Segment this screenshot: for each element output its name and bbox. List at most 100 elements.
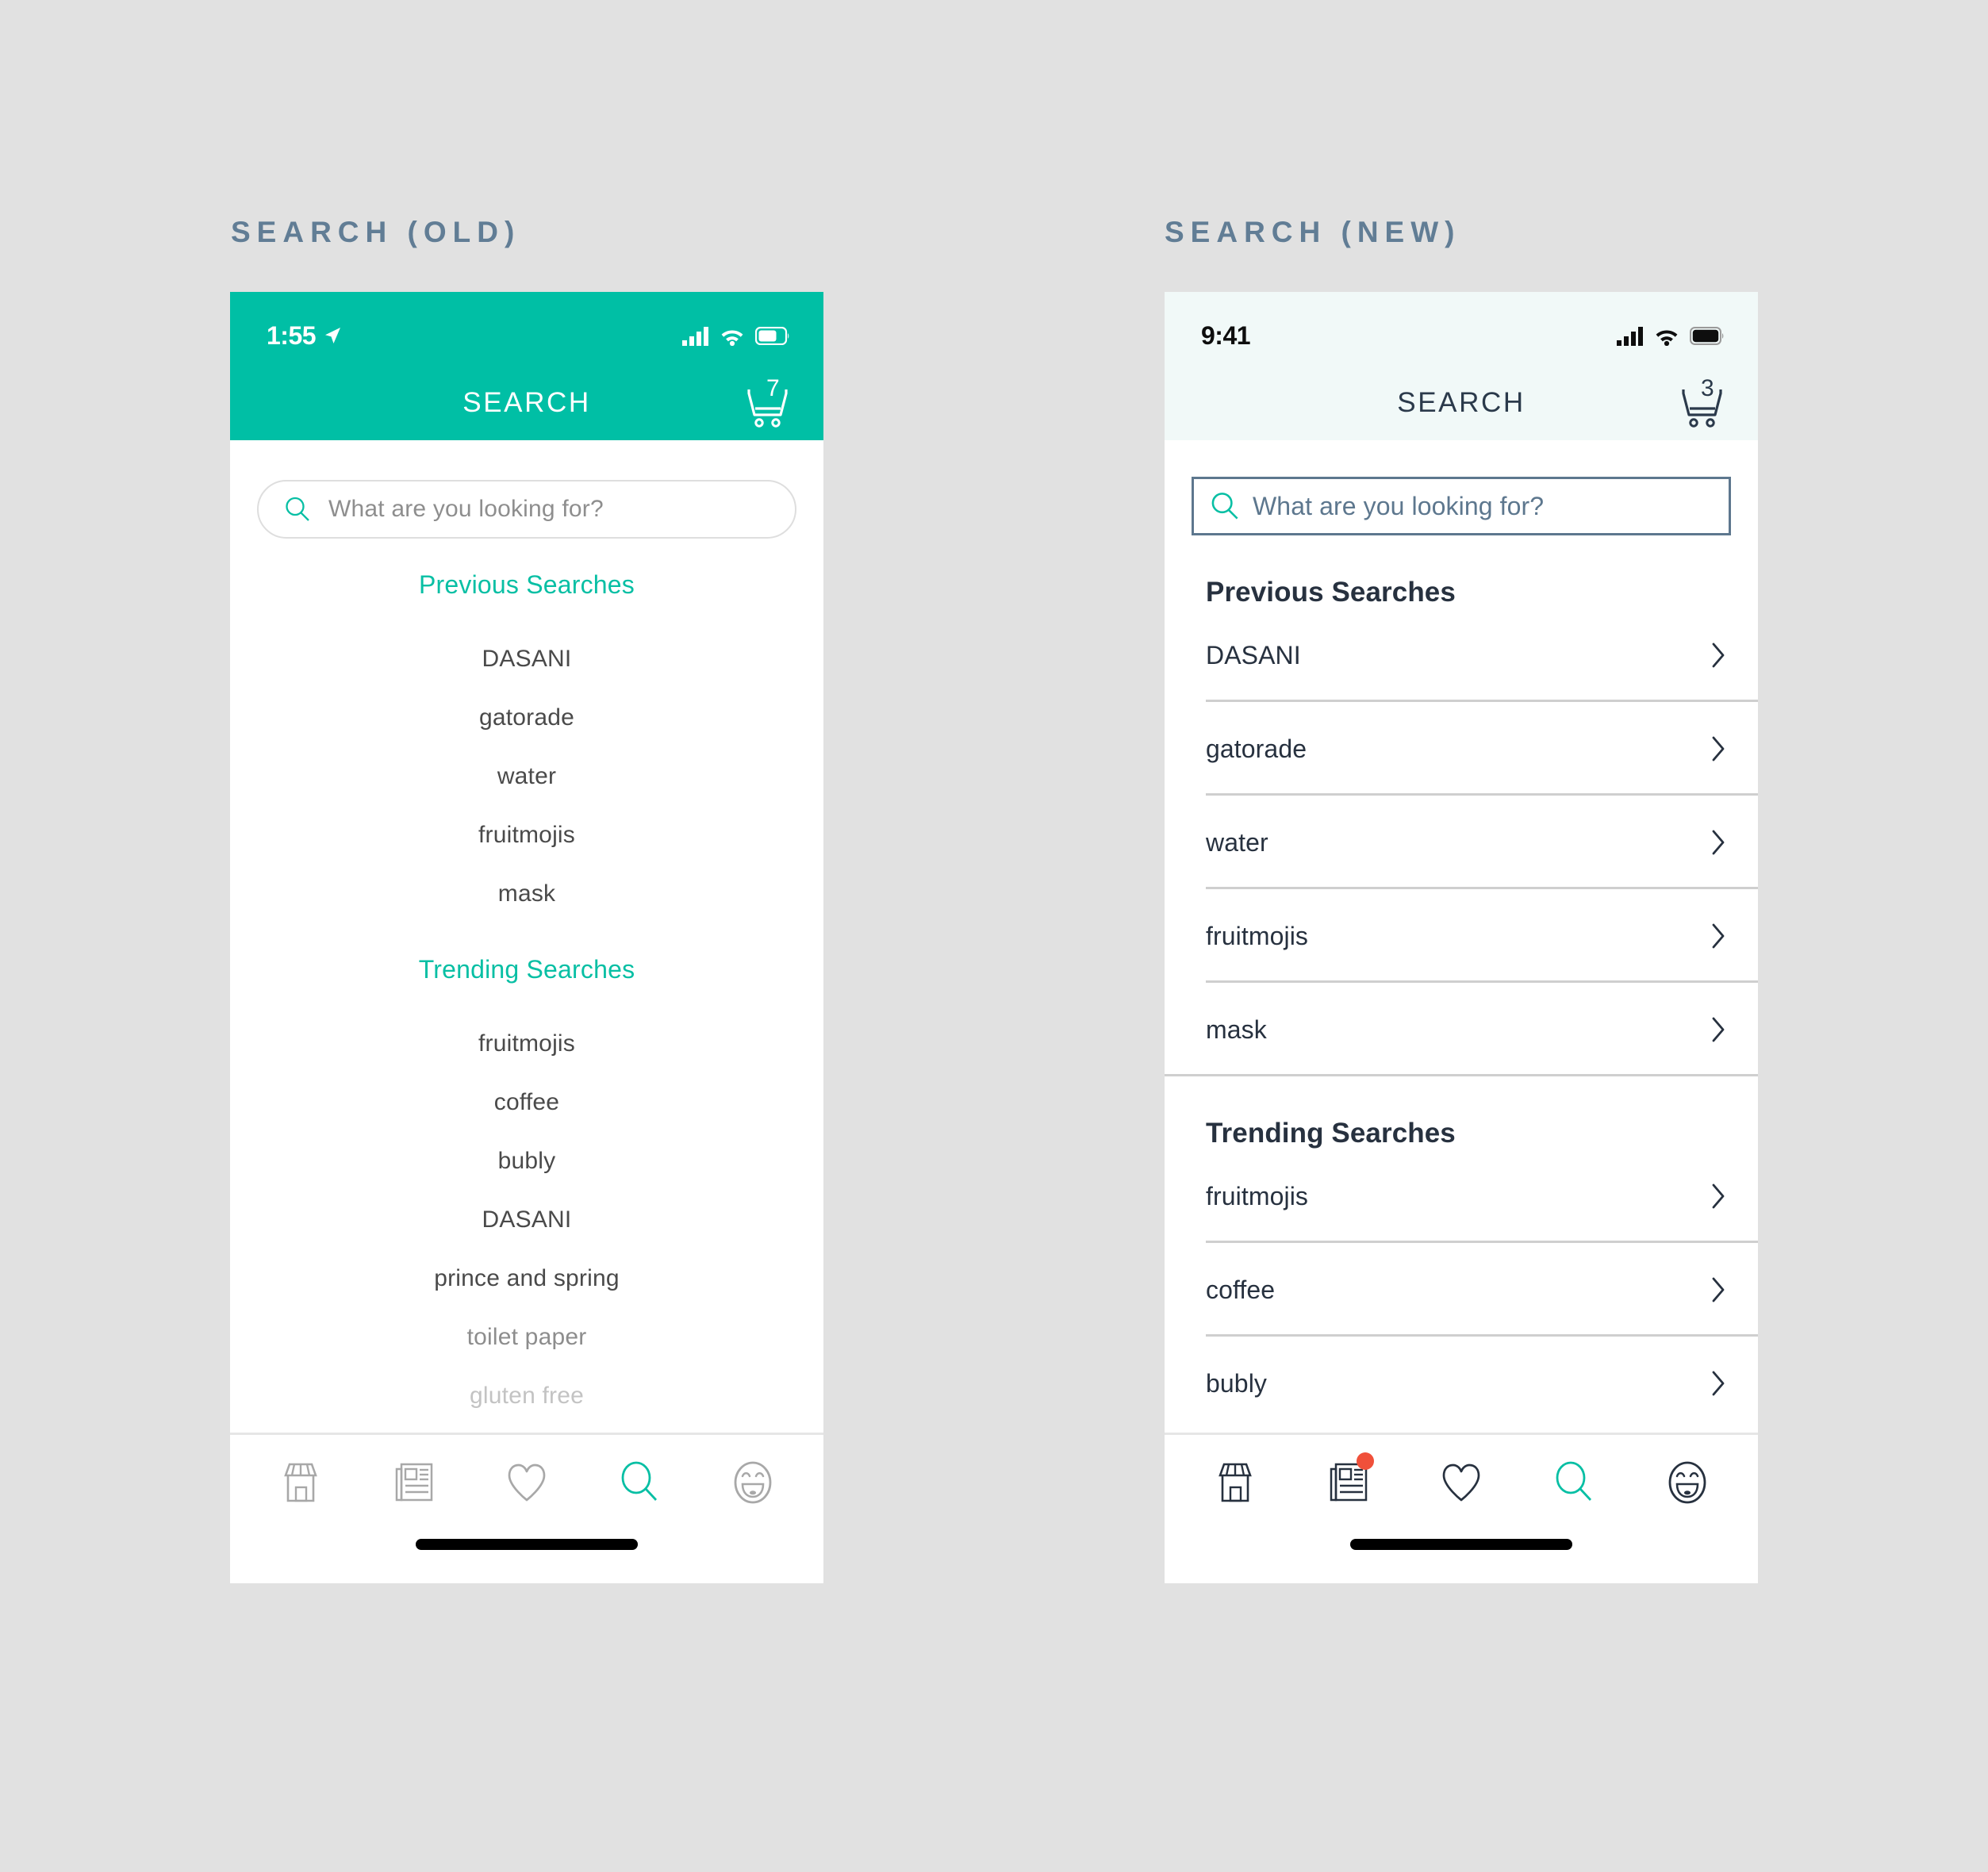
old-status-left: 1:55	[267, 321, 343, 351]
new-search-suggestion-list: Previous Searches DASANI gatorade water frui…	[1165, 535, 1758, 1430]
suggestion-item[interactable]: gluten free	[230, 1367, 823, 1425]
suggestion-item[interactable]: gatorade	[230, 689, 823, 747]
suggestion-label: gatorade	[1206, 734, 1307, 763]
new-search-screen-mockup: 9:41 SEARCH 3 What are you looking for? …	[1165, 292, 1758, 1583]
new-top-bar: 9:41 SEARCH 3	[1165, 292, 1758, 440]
suggestion-item[interactable]: bubly	[230, 1132, 823, 1191]
chevron-right-icon	[1712, 923, 1725, 949]
chevron-right-icon	[1712, 1017, 1725, 1042]
new-tab-items	[1165, 1435, 1758, 1530]
suggestion-item[interactable]: fruitmojis	[230, 806, 823, 865]
old-search-input[interactable]: What are you looking for?	[257, 480, 796, 539]
suggestion-label: mask	[1206, 1015, 1267, 1044]
tab-favorites[interactable]	[1423, 1451, 1499, 1514]
suggestion-item[interactable]: water	[230, 747, 823, 806]
home-indicator	[416, 1539, 638, 1550]
old-tab-items	[230, 1435, 823, 1530]
section-heading-1: Trending Searches	[418, 955, 635, 984]
location-arrow-icon	[325, 328, 341, 343]
smiley-face-icon	[734, 1461, 772, 1504]
suggestion-item[interactable]: fruitmojis	[230, 1015, 823, 1073]
section-heading-0: Previous Searches	[1206, 577, 1456, 608]
cellular-signal-icon	[682, 326, 708, 346]
old-screen-body: What are you looking for? Previous Searc…	[230, 440, 823, 1433]
suggestion-item[interactable]: toilet paper	[230, 1308, 823, 1367]
page-title: SEARCH	[1397, 386, 1526, 418]
old-tab-bar	[230, 1433, 823, 1583]
page-title: SEARCH	[462, 386, 591, 418]
wifi-icon	[1656, 330, 1678, 346]
battery-icon	[755, 326, 789, 345]
chevron-right-icon	[1712, 830, 1725, 855]
new-nav-bar: SEARCH 3	[1165, 365, 1758, 440]
smiley-face-icon	[1668, 1461, 1706, 1504]
suggestion-label: coffee	[1206, 1275, 1276, 1304]
suggestion-row[interactable]: water	[1165, 796, 1758, 889]
cart-button[interactable]: 3	[1671, 374, 1729, 432]
new-status-right	[1617, 326, 1725, 346]
suggestion-row[interactable]: fruitmojis	[1165, 1149, 1758, 1243]
heart-icon	[1442, 1463, 1480, 1502]
suggestion-item[interactable]: DASANI	[230, 630, 823, 689]
old-status-bar: 1:55	[230, 292, 823, 365]
chevron-right-icon	[1712, 1183, 1725, 1209]
chevron-right-icon	[1712, 1277, 1725, 1302]
new-screen-body: What are you looking for? Previous Searc…	[1165, 440, 1758, 1433]
suggestion-row[interactable]: coffee	[1165, 1243, 1758, 1337]
suggestion-item[interactable]: DASANI	[230, 1191, 823, 1249]
old-design-caption: SEARCH (OLD)	[231, 216, 521, 248]
tab-storefront[interactable]	[263, 1451, 339, 1514]
suggestion-item[interactable]: prince and spring	[230, 1249, 823, 1308]
status-time: 1:55	[267, 320, 317, 350]
search-icon	[1556, 1461, 1592, 1501]
suggestion-row[interactable]: bubly	[1165, 1337, 1758, 1430]
home-indicator	[1350, 1539, 1572, 1550]
chevron-right-icon	[1712, 643, 1725, 668]
old-nav-bar: SEARCH 7	[230, 365, 823, 440]
suggestion-item[interactable]: mask	[230, 865, 823, 923]
old-search-screen-mockup: 1:55 SEARCH 7 What are you looking for? …	[230, 292, 823, 1583]
tab-news[interactable]	[1311, 1451, 1387, 1514]
chevron-right-icon	[1712, 736, 1725, 761]
suggestion-label: DASANI	[1206, 640, 1301, 669]
heart-icon	[508, 1463, 546, 1502]
comparison-board: SEARCH (OLD) SEARCH (NEW) 1:55 SEARCH 7 …	[0, 0, 1988, 1872]
cart-badge-count: 7	[766, 374, 780, 401]
new-status-bar: 9:41	[1165, 292, 1758, 365]
newspaper-icon	[395, 1463, 432, 1502]
old-search-placeholder: What are you looking for?	[328, 496, 604, 522]
suggestion-label: bubly	[1206, 1368, 1267, 1398]
search-icon	[286, 497, 309, 521]
tab-favorites[interactable]	[489, 1451, 565, 1514]
new-search-input[interactable]: What are you looking for?	[1192, 477, 1731, 535]
old-search-suggestion-list: Previous Searches DASANI gatorade water frui…	[230, 570, 823, 1425]
new-tab-bar	[1165, 1433, 1758, 1583]
suggestion-item[interactable]: coffee	[230, 1073, 823, 1132]
tab-news[interactable]	[376, 1451, 452, 1514]
tab-account[interactable]	[715, 1451, 791, 1514]
tab-account[interactable]	[1649, 1451, 1725, 1514]
suggestion-row[interactable]: DASANI	[1165, 608, 1758, 702]
tab-storefront[interactable]	[1197, 1451, 1273, 1514]
storefront-icon	[284, 1463, 318, 1502]
notification-badge-dot	[1356, 1452, 1374, 1470]
suggestion-row[interactable]: fruitmojis	[1165, 889, 1758, 983]
status-time: 9:41	[1201, 320, 1251, 350]
tab-search[interactable]	[1536, 1451, 1612, 1514]
search-icon	[1211, 493, 1238, 520]
shopping-cart-icon	[1682, 389, 1722, 428]
search-icon	[621, 1461, 658, 1501]
suggestion-row[interactable]: mask	[1165, 983, 1758, 1076]
shopping-cart-icon	[747, 389, 788, 428]
storefront-icon	[1219, 1463, 1253, 1502]
section-heading-1: Trending Searches	[1206, 1118, 1456, 1149]
suggestion-row[interactable]: gatorade	[1165, 702, 1758, 796]
section-heading-0: Previous Searches	[419, 570, 635, 599]
cart-badge-count: 3	[1701, 374, 1714, 401]
cart-button[interactable]: 7	[736, 374, 795, 432]
suggestion-label: fruitmojis	[1206, 921, 1309, 950]
old-status-right	[682, 326, 790, 346]
suggestion-label: water	[1206, 827, 1268, 857]
tab-search[interactable]	[601, 1451, 677, 1514]
